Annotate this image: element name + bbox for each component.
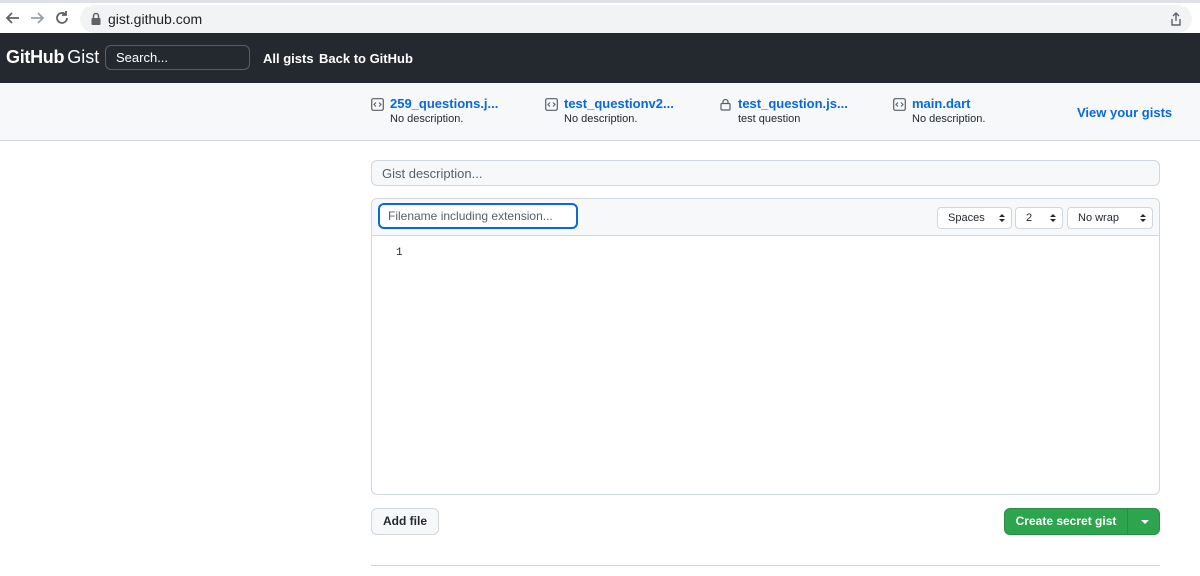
gist-description: No description. [912, 113, 986, 125]
forward-arrow-icon[interactable] [28, 9, 46, 27]
gist-name-link[interactable]: test_question.js... [738, 96, 848, 111]
gist-name-link[interactable]: main.dart [912, 96, 971, 111]
logo-gist-text: Gist [67, 47, 100, 67]
line-number: 1 [396, 247, 403, 259]
url-text: gist.github.com [108, 11, 203, 27]
wrap-mode-select[interactable]: No wrap [1067, 207, 1153, 229]
code-square-icon [371, 98, 384, 111]
gist-description-input[interactable] [371, 160, 1160, 186]
code-square-icon [893, 98, 906, 111]
logo-github-text: GitHub [6, 47, 65, 67]
file-editor: Spaces 2 No wrap 1 [371, 198, 1160, 495]
gist-name-link[interactable]: 259_questions.j... [390, 96, 498, 111]
search-input[interactable] [105, 45, 250, 70]
code-square-icon [545, 98, 558, 111]
back-arrow-icon[interactable] [4, 9, 22, 27]
add-file-button[interactable]: Add file [371, 508, 439, 535]
github-gist-logo[interactable]: GitHub Gist [6, 47, 99, 68]
code-area[interactable] [372, 236, 1159, 494]
indent-size-select[interactable]: 2 [1015, 207, 1063, 229]
share-icon[interactable] [1168, 11, 1184, 27]
indent-mode-select[interactable]: Spaces [937, 207, 1012, 229]
all-gists-link[interactable]: All gists [263, 51, 314, 66]
back-to-github-link[interactable]: Back to GitHub [319, 51, 413, 66]
gist-description: No description. [390, 113, 464, 125]
select-arrows-icon [999, 214, 1005, 222]
recent-gists-bar: 259_questions.j... No description. test_… [0, 83, 1200, 141]
wrap-mode-value: No wrap [1078, 212, 1119, 224]
lock-icon [719, 98, 732, 111]
gist-name-link[interactable]: test_questionv2... [564, 96, 674, 111]
gist-description: No description. [564, 113, 638, 125]
reload-icon[interactable] [53, 9, 71, 27]
divider [371, 565, 1160, 566]
lock-icon [90, 12, 102, 26]
indent-mode-value: Spaces [948, 212, 985, 224]
indent-size-value: 2 [1026, 212, 1033, 224]
address-bar[interactable]: gist.github.com [80, 5, 1192, 33]
select-arrows-icon [1140, 214, 1146, 222]
gist-visibility-dropdown[interactable] [1128, 509, 1160, 534]
create-gist-button-group: Create secret gist [1004, 508, 1160, 535]
gist-description: test question [738, 113, 801, 125]
view-your-gists-link[interactable]: View your gists [1077, 105, 1172, 120]
filename-input[interactable] [378, 203, 578, 229]
site-header: GitHubGist All gists Back to GitHub [0, 33, 1200, 83]
select-arrows-icon [1050, 214, 1056, 222]
caret-down-icon [1141, 520, 1149, 524]
create-secret-gist-button[interactable]: Create secret gist [1005, 509, 1127, 534]
editor-header: Spaces 2 No wrap [372, 199, 1159, 236]
browser-toolbar: gist.github.com [0, 0, 1200, 33]
